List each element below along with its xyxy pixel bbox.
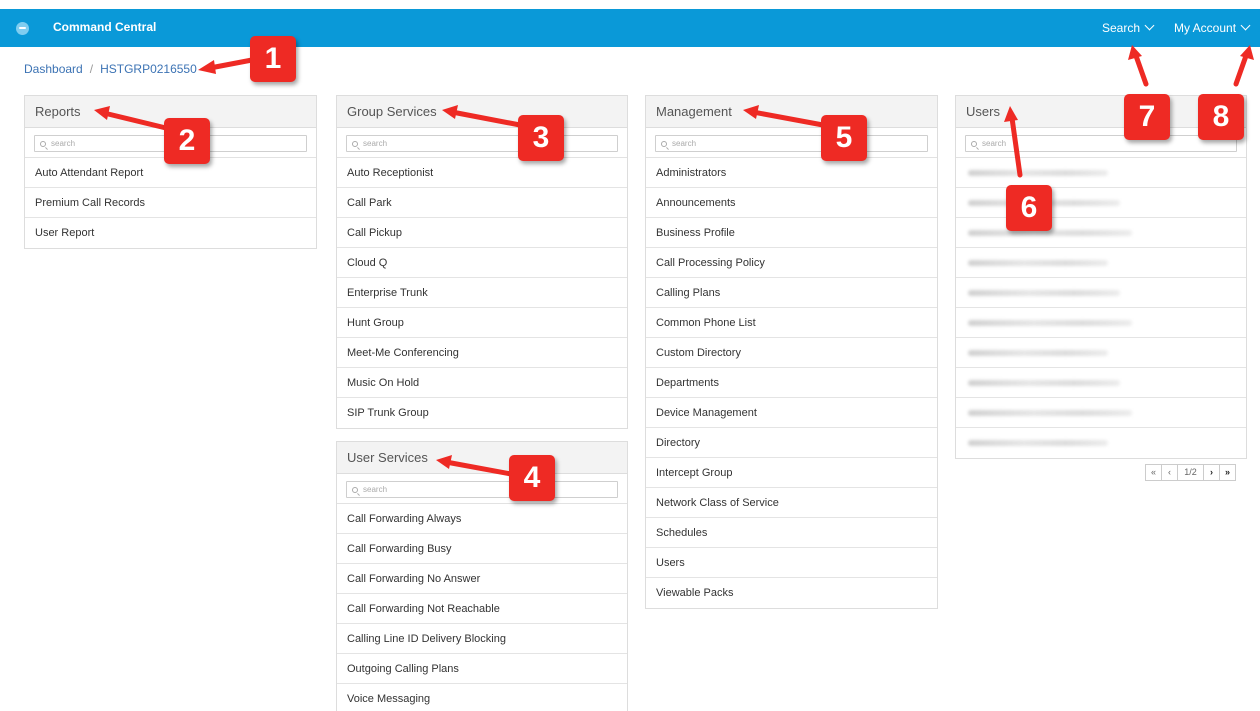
callout-arrowhead-4 xyxy=(436,455,452,469)
callout-badge-8: 8 xyxy=(1198,94,1244,140)
callout-arrowhead-2 xyxy=(94,106,110,120)
callout-badge-1: 1 xyxy=(250,36,296,82)
callout-badge-5: 5 xyxy=(821,115,867,161)
callout-badge-4: 4 xyxy=(509,455,555,501)
callout-arrowhead-5 xyxy=(743,105,759,119)
callout-arrow-4 xyxy=(443,459,514,477)
callout-arrowhead-7 xyxy=(1128,45,1142,60)
callout-arrow-2 xyxy=(101,110,169,131)
callout-badge-3: 3 xyxy=(518,115,564,161)
callout-badge-7: 7 xyxy=(1124,94,1170,140)
callout-arrowhead-1 xyxy=(198,60,216,74)
callout-arrowhead-6 xyxy=(1004,106,1018,122)
callout-arrow-8 xyxy=(1233,50,1250,87)
callout-arrowhead-8 xyxy=(1240,45,1254,60)
callout-arrows xyxy=(94,45,1254,477)
callout-arrow-1 xyxy=(207,57,255,71)
callout-arrow-7 xyxy=(1132,50,1149,87)
callout-arrow-6 xyxy=(1009,115,1023,178)
callout-badge-2: 2 xyxy=(164,118,210,164)
callout-arrowhead-3 xyxy=(442,105,458,119)
callout-arrow-5 xyxy=(750,109,826,128)
callout-arrow-3 xyxy=(449,109,523,128)
callout-badge-6: 6 xyxy=(1006,185,1052,231)
